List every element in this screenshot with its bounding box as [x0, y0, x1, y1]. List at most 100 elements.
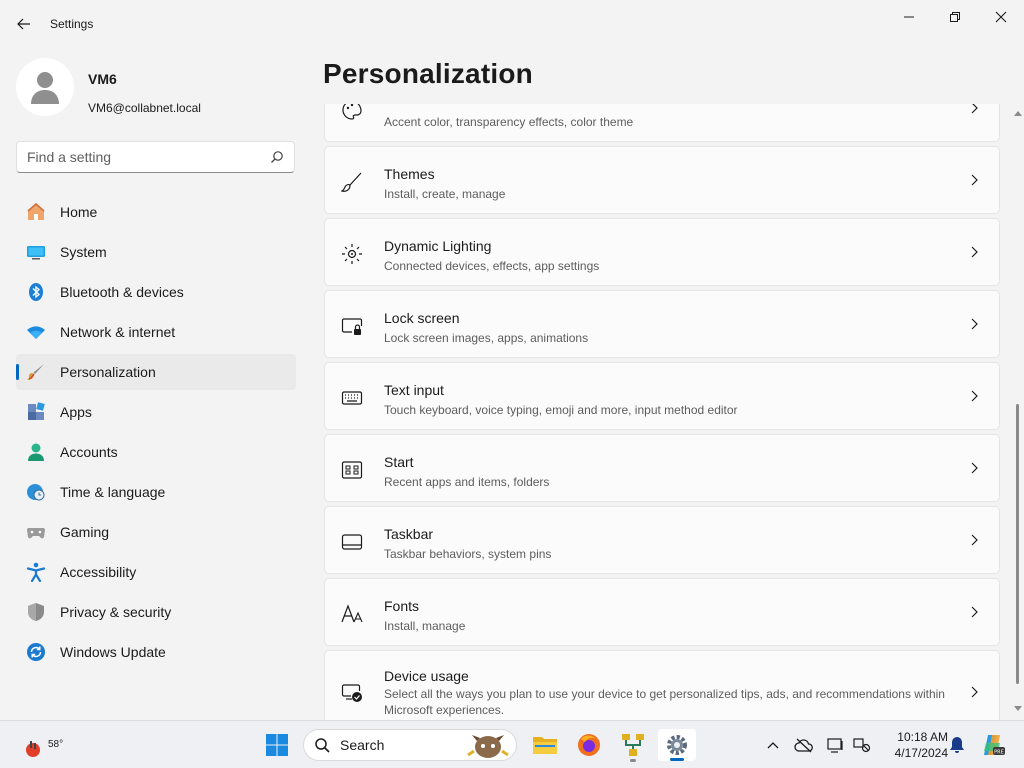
lock-screen-icon: [341, 315, 363, 337]
page-title: Personalization: [323, 58, 533, 89]
start-card[interactable]: Start Recent apps and items, folders: [324, 434, 1000, 502]
show-hidden-icons-button[interactable]: [762, 729, 784, 761]
clock[interactable]: 10:18 AM 4/17/2024: [880, 729, 948, 761]
card-title: Text input: [384, 382, 444, 398]
start-button[interactable]: [260, 729, 294, 761]
taskbar-icon: [341, 531, 363, 553]
chevron-right-icon: [971, 534, 978, 546]
network-status-button[interactable]: [850, 729, 874, 761]
sidebar-item-windows-update[interactable]: Windows Update: [16, 634, 296, 670]
card-subtitle: Touch keyboard, voice typing, emoji and …: [384, 403, 738, 417]
folder-icon: [533, 737, 557, 754]
sidebar-item-label: Windows Update: [60, 644, 166, 660]
active-app-indicator: [670, 758, 684, 761]
sidebar-item-home[interactable]: Home: [16, 194, 296, 230]
sidebar-item-label: System: [60, 244, 107, 260]
user-avatar-icon: [31, 72, 59, 104]
chevron-right-icon: [971, 318, 978, 330]
sidebar-item-gaming[interactable]: Gaming: [16, 514, 296, 550]
taskbar-card[interactable]: Taskbar Taskbar behaviors, system pins: [324, 506, 1000, 574]
sidebar-item-label: Personalization: [60, 364, 156, 380]
sidebar-item-label: Accessibility: [60, 564, 137, 580]
device-usage-card[interactable]: Device usage Select all the ways you pla…: [324, 650, 1000, 720]
copilot-button[interactable]: PRE: [978, 729, 1008, 761]
chevron-right-icon: [971, 390, 978, 402]
chevron-right-icon: [971, 462, 978, 474]
file-explorer-button[interactable]: [528, 729, 562, 761]
profile-name: VM6: [88, 71, 117, 87]
card-subtitle: Install, create, manage: [384, 187, 506, 201]
gamepad-icon: [26, 522, 46, 542]
taskbar-search[interactable]: Search: [303, 729, 517, 761]
sidebar-item-privacy[interactable]: Privacy & security: [16, 594, 296, 630]
network-disconnected-icon: [853, 738, 871, 753]
sidebar-item-label: Network & internet: [60, 324, 176, 340]
notifications-button[interactable]: [946, 729, 968, 761]
palette-icon: [341, 104, 363, 121]
sidebar-item-bluetooth[interactable]: Bluetooth & devices: [16, 274, 296, 310]
chevron-up-icon: [767, 742, 779, 749]
clock-date: 4/17/2024: [894, 746, 948, 760]
profile-email: VM6@collabnet.local: [88, 101, 201, 115]
cloud-offline-icon: [794, 738, 813, 753]
text-input-card[interactable]: Text input Touch keyboard, voice typing,…: [324, 362, 1000, 430]
settings-app-button[interactable]: [658, 729, 696, 761]
search-icon: [315, 738, 330, 753]
sidebar-item-label: Time & language: [60, 484, 166, 500]
avatar[interactable]: [16, 58, 74, 116]
scrollbar[interactable]: [1012, 104, 1024, 720]
lock-screen-card[interactable]: Lock screen Lock screen images, apps, an…: [324, 290, 1000, 358]
monitor-icon: [26, 242, 46, 262]
back-arrow-icon: [17, 18, 30, 30]
back-button[interactable]: [10, 12, 38, 36]
search-icon[interactable]: [270, 150, 284, 164]
running-indicator: [630, 759, 636, 762]
brush-icon: [341, 171, 363, 193]
sidebar-item-apps[interactable]: Apps: [16, 394, 296, 430]
scroll-up-icon[interactable]: [1014, 110, 1022, 116]
sidebar-item-accounts[interactable]: Accounts: [16, 434, 296, 470]
restore-button[interactable]: [932, 2, 978, 32]
scrollbar-thumb[interactable]: [1016, 404, 1019, 684]
themes-card[interactable]: Themes Install, create, manage: [324, 146, 1000, 214]
weather-widget[interactable]: 58°: [16, 729, 63, 761]
copilot-icon: PRE: [984, 735, 1005, 756]
settings-list: Accent color, transparency effects, colo…: [324, 104, 1000, 720]
sidebar-item-system[interactable]: System: [16, 234, 296, 270]
chevron-right-icon: [971, 104, 978, 114]
lighting-icon: [341, 243, 363, 265]
sidebar-item-time-language[interactable]: Time & language: [16, 474, 296, 510]
bluetooth-icon: [26, 282, 46, 302]
minimize-button[interactable]: [886, 2, 932, 32]
chevron-right-icon: [971, 606, 978, 618]
profile-section[interactable]: VM6 VM6@collabnet.local: [16, 58, 306, 118]
card-title: Themes: [384, 166, 435, 182]
sidebar-item-accessibility[interactable]: Accessibility: [16, 554, 296, 590]
search-input[interactable]: [17, 142, 257, 172]
apps-icon: [26, 402, 46, 422]
svg-text:PRE: PRE: [994, 750, 1004, 756]
sidebar-item-network[interactable]: Network & internet: [16, 314, 296, 350]
shield-icon: [26, 602, 46, 622]
gear-icon: [667, 735, 687, 755]
sidebar-item-personalization[interactable]: Personalization: [16, 354, 296, 390]
close-button[interactable]: [978, 2, 1024, 32]
colors-card[interactable]: Accent color, transparency effects, colo…: [324, 104, 1000, 142]
firefox-button[interactable]: [572, 729, 606, 761]
pinned-app-button[interactable]: [616, 729, 650, 762]
title-bar: Settings: [0, 0, 1024, 48]
dynamic-lighting-card[interactable]: Dynamic Lighting Connected devices, effe…: [324, 218, 1000, 286]
sidebar-item-label: Accounts: [60, 444, 118, 460]
start-icon: [341, 459, 363, 481]
card-subtitle: Lock screen images, apps, animations: [384, 331, 589, 345]
firefox-icon: [578, 734, 600, 756]
scroll-down-icon[interactable]: [1014, 706, 1022, 712]
onedrive-button[interactable]: [792, 729, 816, 761]
fonts-card[interactable]: Fonts Install, manage: [324, 578, 1000, 646]
minimize-icon: [904, 16, 914, 18]
accessibility-icon: [26, 562, 46, 582]
sidebar-item-label: Gaming: [60, 524, 110, 540]
display-status-button[interactable]: [824, 729, 848, 761]
weather-icon: [26, 741, 40, 757]
settings-search-box[interactable]: [16, 141, 295, 173]
